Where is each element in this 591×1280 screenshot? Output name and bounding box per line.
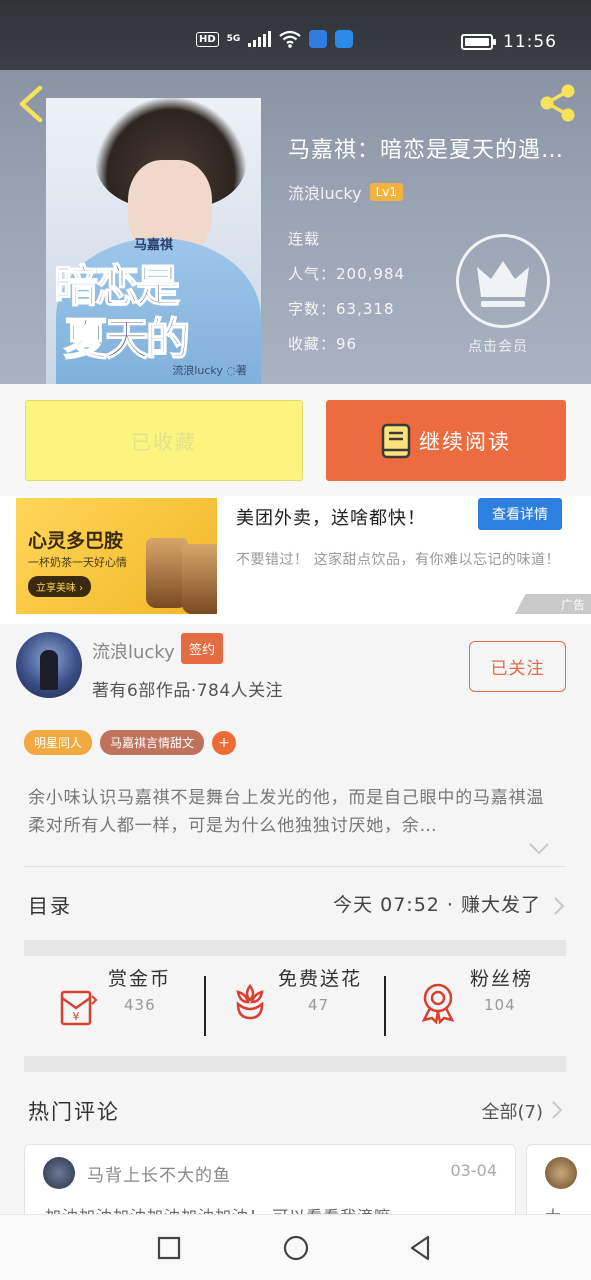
divider — [24, 866, 566, 867]
chevron-right-icon[interactable] — [551, 1100, 563, 1120]
stat-value: 104 — [484, 996, 516, 1014]
book-header: 马嘉祺 暗恋是 夏天的 流浪lucky ◌著 马嘉祺：暗恋是夏天的遇… 流浪lu… — [0, 70, 591, 384]
avatar[interactable] — [545, 1157, 577, 1189]
ad-image-button: 立享美味 › — [28, 576, 92, 597]
ad-image[interactable]: 心灵多巴胺 一杯奶茶一天好心情 立享美味 › — [16, 498, 217, 614]
stat-value: 436 — [124, 996, 156, 1014]
signal-icon — [248, 31, 272, 47]
ad-tag-label: 广告 — [560, 597, 585, 612]
vip-button[interactable] — [456, 234, 550, 328]
clock: 11:56 — [503, 32, 557, 52]
milk-tea-cup — [182, 544, 217, 614]
status-bar: HD 5G 11:56 — [0, 0, 591, 70]
section-spacer — [24, 940, 566, 956]
ad-detail-button[interactable]: 查看详情 — [478, 498, 562, 530]
back-arrow-icon[interactable] — [16, 84, 46, 124]
wifi-icon — [279, 30, 302, 48]
stat-label: 粉丝榜 — [470, 968, 534, 990]
action-bar: 已收藏 继续阅读 — [0, 384, 591, 496]
tag-chip[interactable]: 明星同人 — [24, 730, 93, 755]
stats-row: ¥ 赏金币 436 免费送花 47 粉丝榜 104 — [24, 958, 566, 1054]
red-envelope-icon: ¥ — [60, 990, 98, 1026]
add-tag-button[interactable]: + — [212, 730, 237, 755]
ad-title: 美团外卖，送啥都快！ — [236, 508, 426, 529]
comments-title: 热门评论 — [28, 1100, 120, 1124]
svg-text:¥: ¥ — [73, 1010, 80, 1023]
toc-label: 目录 — [28, 894, 72, 918]
ad-tag: 广告 — [515, 594, 591, 614]
hd-icon: HD — [196, 31, 219, 47]
level-badge: Lv1 — [369, 183, 403, 201]
book-status: 连载 — [288, 230, 321, 248]
comment-date: 03-04 — [450, 1161, 498, 1180]
stat-label: 赏金币 — [108, 968, 172, 990]
status-icons: HD 5G — [196, 30, 354, 48]
tag-chip[interactable]: 马嘉祺言情甜文 — [100, 730, 205, 755]
synopsis[interactable]: 余小味认识马嘉祺不是舞台上发光的他，而是自己眼中的马嘉祺温柔对所有人都一样，可是… — [28, 784, 558, 840]
system-nav-bar — [0, 1214, 591, 1280]
share-icon[interactable] — [535, 80, 581, 126]
book-cover[interactable]: 马嘉祺 暗恋是 夏天的 流浪lucky ◌著 — [46, 98, 261, 384]
battery-icon — [461, 34, 496, 50]
collected-button[interactable]: 已收藏 — [25, 400, 303, 481]
stat-label: 免费送花 — [278, 968, 363, 990]
book-popularity: 人气：200,984 — [288, 265, 406, 283]
medal-icon — [421, 983, 455, 1024]
book-favorites: 收藏：96 — [288, 335, 358, 353]
all-comments-link[interactable]: 全部(7) — [482, 1098, 544, 1124]
status-right: 11:56 — [461, 32, 557, 52]
reward-coins-stat[interactable]: ¥ 赏金币 436 — [24, 958, 204, 1054]
cover-byline: 流浪lucky ◌著 — [172, 364, 247, 377]
avatar[interactable] — [43, 1157, 75, 1189]
table-of-contents-row[interactable]: 目录 今天 07:52 · 赚大发了 — [0, 874, 591, 936]
network-type: 5G — [226, 34, 241, 44]
continue-reading-button[interactable]: 继续阅读 — [326, 400, 566, 481]
section-spacer — [24, 1056, 566, 1072]
book-title: 马嘉祺：暗恋是夏天的遇… — [288, 138, 565, 163]
hot-comments-section: 热门评论 全部(7) 马背上长不大的鱼 03-04 加油加油加油加油加油加油！ … — [0, 1084, 591, 1234]
book-word-count: 字数：63,318 — [288, 300, 395, 318]
app-notification-icon — [309, 30, 328, 48]
book-detail-page: HD 5G 11:56 马嘉祺 暗恋是 夏天的 流浪lucky ◌著 马嘉祺：暗… — [0, 0, 591, 1280]
square-icon[interactable] — [154, 1233, 184, 1263]
triangle-back-icon[interactable] — [406, 1233, 436, 1263]
vip-label[interactable]: 点击会员 — [468, 336, 528, 356]
chevron-right-icon — [554, 897, 565, 915]
comment-user[interactable]: 马背上长不大的鱼 — [87, 1161, 231, 1186]
ad-image-sub: 一杯奶茶一天好心情 — [28, 556, 127, 569]
ad-image-headline: 心灵多巴胺 — [28, 530, 124, 552]
ad-banner[interactable]: 心灵多巴胺 一杯奶茶一天好心情 立享美味 › 美团外卖，送啥都快！ 查看详情 不… — [0, 496, 591, 624]
chevron-down-icon[interactable] — [528, 842, 550, 856]
author-summary: 著有6部作品·784人关注 — [92, 681, 284, 701]
author-row[interactable]: 流浪lucky Lv1 — [288, 180, 403, 204]
author-name[interactable]: 流浪lucky — [288, 180, 362, 204]
tag-list: 明星同人 马嘉祺言情甜文 + — [24, 730, 237, 755]
author-section-name[interactable]: 流浪lucky — [92, 638, 175, 664]
author-section: 流浪lucky 签约 著有6部作品·784人关注 已关注 明星同人 马嘉祺言情甜… — [0, 624, 591, 1084]
signed-badge: 签约 — [181, 633, 224, 664]
circle-icon[interactable] — [281, 1233, 311, 1263]
author-avatar[interactable] — [16, 632, 82, 698]
cloud-notification-icon — [335, 30, 354, 48]
cover-title-line2: 夏天的 — [63, 313, 191, 366]
fan-ranking-stat[interactable]: 粉丝榜 104 — [386, 958, 566, 1054]
flower-icon — [236, 983, 264, 1020]
ad-description: 不要错过！ 这家甜点饮品，有你难以忘记的味道！ — [236, 552, 560, 568]
latest-chapter: 今天 07:52 · 赚大发了 — [333, 894, 541, 916]
free-flower-stat[interactable]: 免费送花 47 — [206, 958, 386, 1054]
crown-icon — [477, 261, 529, 307]
continue-reading-label: 继续阅读 — [419, 429, 511, 454]
book-icon — [381, 423, 411, 458]
stat-value: 47 — [308, 996, 330, 1014]
followed-button[interactable]: 已关注 — [469, 641, 566, 692]
